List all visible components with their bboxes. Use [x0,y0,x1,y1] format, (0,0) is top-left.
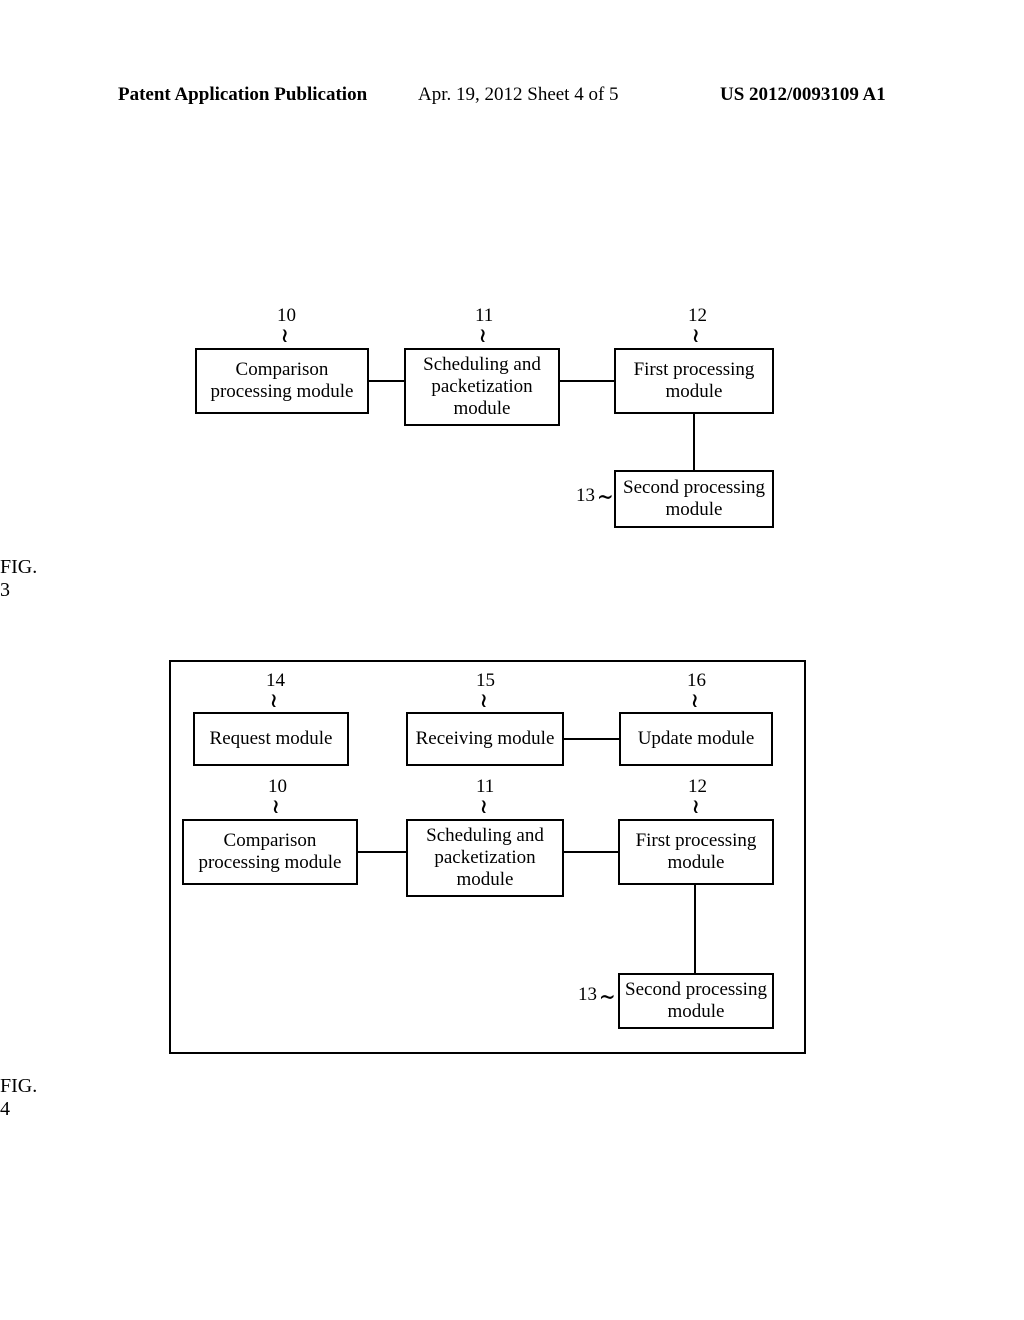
second-processing-module-box: Second processing module [614,470,774,528]
update-module-box: Update module [619,712,773,766]
ref-label-11b: 11 [476,776,494,798]
second-processing-module-box-b: Second processing module [618,973,774,1029]
connector-line [564,851,618,853]
first-processing-module-box: First processing module [614,348,774,414]
scheduling-packetization-module-box-b: Scheduling and packetization module [406,819,564,897]
connector-line [369,380,404,382]
page: Patent Application Publication Apr. 19, … [0,0,1024,1320]
comparison-processing-module-box: Comparison processing module [195,348,369,414]
connector-line [560,380,614,382]
ref-label-10b: 10 [268,776,287,798]
connector-line [358,851,406,853]
hook-icon: ≀ [597,992,617,1002]
ref-label-14: 14 [266,670,285,692]
receiving-module-box: Receiving module [406,712,564,766]
first-processing-module-box-b: First processing module [618,819,774,885]
ref-label-12: 12 [688,305,707,327]
ref-label-13b: 13 [578,984,597,1006]
hook-icon: ≀ [269,691,279,711]
header-right: US 2012/0093109 A1 [720,84,886,106]
comparison-processing-module-box-b: Comparison processing module [182,819,358,885]
connector-line [564,738,619,740]
hook-icon: ≀ [479,691,489,711]
connector-line [693,414,695,470]
hook-icon: ≀ [595,492,615,502]
hook-icon: ≀ [691,797,701,817]
ref-label-12b: 12 [688,776,707,798]
ref-label-11: 11 [475,305,493,327]
ref-label-16: 16 [687,670,706,692]
connector-line [694,885,696,973]
hook-icon: ≀ [690,691,700,711]
hook-icon: ≀ [479,797,489,817]
hook-icon: ≀ [478,326,488,346]
ref-label-10: 10 [277,305,296,327]
hook-icon: ≀ [691,326,701,346]
ref-label-13: 13 [576,485,595,507]
header-center: Apr. 19, 2012 Sheet 4 of 5 [418,84,619,106]
header-left: Patent Application Publication [118,84,367,106]
hook-icon: ≀ [280,326,290,346]
ref-label-15: 15 [476,670,495,692]
scheduling-packetization-module-box: Scheduling and packetization module [404,348,560,426]
request-module-box: Request module [193,712,349,766]
hook-icon: ≀ [271,797,281,817]
